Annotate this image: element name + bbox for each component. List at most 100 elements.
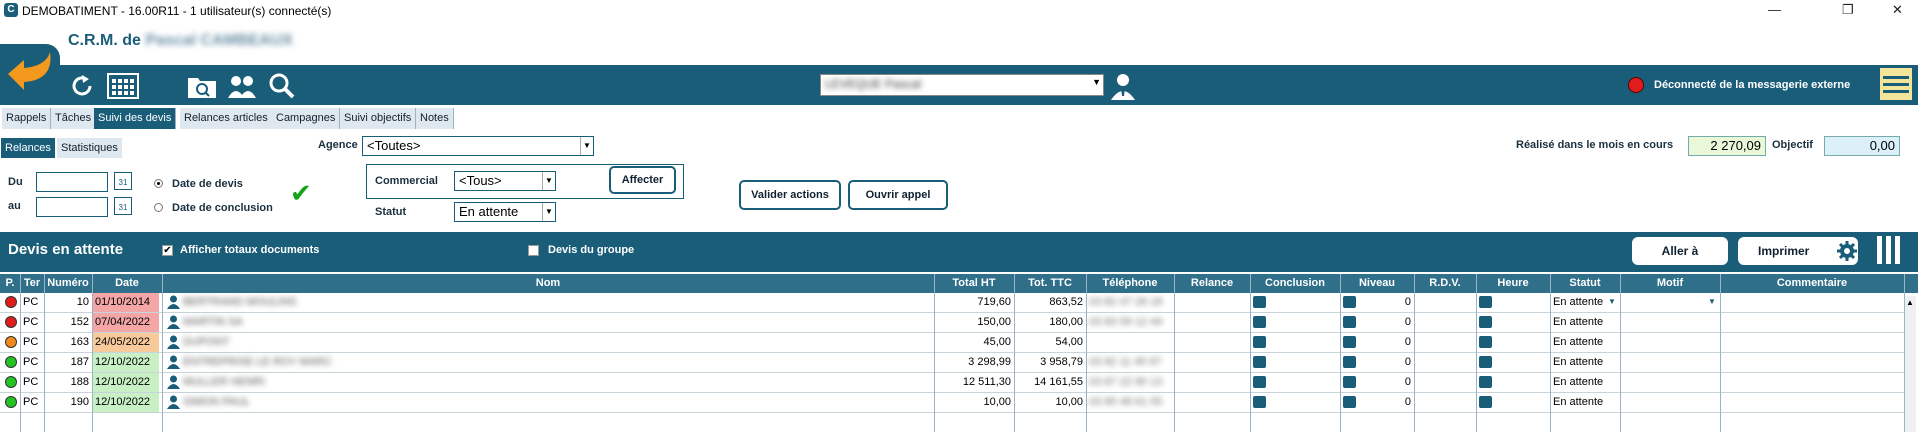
contact-icon[interactable] <box>167 315 180 329</box>
cell-ht: 150,00 <box>977 316 1011 328</box>
col-header-date[interactable]: Date <box>92 274 162 293</box>
conclusion-calendar-icon[interactable] <box>1253 296 1266 308</box>
col-header-relance[interactable]: Relance <box>1174 274 1250 293</box>
close-icon[interactable]: ✕ <box>1892 2 1903 18</box>
radio-date-conclusion[interactable] <box>154 203 163 212</box>
devis-groupe-checkbox[interactable] <box>528 245 539 256</box>
contact-icon[interactable] <box>167 335 180 349</box>
table-row[interactable]: PC 152 07/04/2022 MARTIN SA 150,00 180,00 03 8… <box>0 313 1910 333</box>
heure-calendar-icon[interactable] <box>1479 296 1492 308</box>
column-divider <box>1720 274 1721 432</box>
conclusion-calendar-icon[interactable] <box>1253 356 1266 368</box>
tab-taches[interactable]: Tâches <box>51 108 97 129</box>
commercial-value: <Tous> <box>459 173 502 188</box>
valider-actions-button[interactable]: Valider actions <box>739 180 841 210</box>
col-header-heure[interactable]: Heure <box>1476 274 1550 293</box>
col-header-ter[interactable]: Ter <box>20 274 44 293</box>
col-header-motif[interactable]: Motif <box>1620 274 1720 293</box>
heure-calendar-icon[interactable] <box>1479 376 1492 388</box>
back-button[interactable] <box>0 44 60 102</box>
col-header-tot-ttc[interactable]: Tot. TTC <box>1014 274 1086 293</box>
table-row[interactable]: PC 163 24/05/2022 DUPONT 45,00 54,00 0 En atten… <box>0 333 1910 353</box>
heure-calendar-icon[interactable] <box>1479 396 1492 408</box>
scroll-up-icon[interactable]: ▲ <box>1906 298 1914 307</box>
col-header-niveau[interactable]: Niveau <box>1340 274 1414 293</box>
conclusion-calendar-icon[interactable] <box>1253 376 1266 388</box>
folder-search-icon[interactable] <box>186 72 218 100</box>
back-arrow-icon <box>8 52 51 90</box>
table-row[interactable]: PC 188 12/10/2022 MULLER HENRI 12 511,30 14 1… <box>0 373 1910 393</box>
col-header-conclusion[interactable]: Conclusion <box>1250 274 1340 293</box>
subtab-statistiques[interactable]: Statistiques <box>57 138 122 158</box>
commercial-select[interactable]: <Tous> ▼ <box>454 171 556 191</box>
radio-date-devis-label: Date de devis <box>172 178 243 190</box>
tab-campagnes[interactable]: Campagnes <box>272 108 341 129</box>
cell-tel: 03 82 47 26 18 <box>1089 296 1163 308</box>
tab-suivi-objectifs[interactable]: Suivi objectifs <box>340 108 417 129</box>
col-header-commentaire[interactable]: Commentaire <box>1720 274 1904 293</box>
heure-calendar-icon[interactable] <box>1479 336 1492 348</box>
col-header-statut[interactable]: Statut <box>1550 274 1620 293</box>
afficher-totaux-checkbox[interactable]: ✔ <box>162 245 173 256</box>
col-header-rdv[interactable]: R.D.V. <box>1414 274 1476 293</box>
user-select[interactable]: LEVEQUE Pascal ▼ <box>820 74 1104 96</box>
aller-a-button[interactable]: Aller à <box>1632 237 1728 265</box>
au-date-input[interactable] <box>36 197 108 217</box>
checkmark-icon[interactable]: ✔ <box>290 178 312 209</box>
motif-dropdown-icon[interactable]: ▼ <box>1708 297 1716 306</box>
search-icon[interactable] <box>268 72 296 100</box>
cell-niveau: 0 <box>1404 376 1411 388</box>
cell-nom: MARTIN SA <box>183 316 243 328</box>
calendar-icon[interactable]: 31 <box>114 197 132 215</box>
contact-icon[interactable] <box>167 375 180 389</box>
contact-icon[interactable] <box>167 395 180 409</box>
col-header-nom[interactable]: Nom <box>162 274 934 293</box>
affecter-button[interactable]: Affecter <box>609 166 676 194</box>
heure-calendar-icon[interactable] <box>1479 316 1492 328</box>
contacts-icon[interactable] <box>226 72 258 100</box>
minimize-icon[interactable]: — <box>1768 2 1781 17</box>
cell-ht: 10,00 <box>983 396 1011 408</box>
ouvrir-appel-button[interactable]: Ouvrir appel <box>848 180 948 210</box>
cell-ttc: 863,52 <box>1049 296 1083 308</box>
user-icon[interactable] <box>1108 72 1138 100</box>
tab-relances-articles[interactable]: Relances articles <box>180 108 273 129</box>
conclusion-calendar-icon[interactable] <box>1253 336 1266 348</box>
contact-icon[interactable] <box>167 295 180 309</box>
agence-select[interactable]: <Toutes> ▼ <box>362 136 594 156</box>
chevron-down-icon: ▼ <box>542 172 555 190</box>
cell-nom: MULLER HENRI <box>183 376 265 388</box>
radio-date-devis[interactable] <box>154 179 163 188</box>
table-row[interactable]: PC 187 12/10/2022 ENTREPRISE LE ROY MARC 3 2… <box>0 353 1910 373</box>
maximize-icon[interactable]: ❐ <box>1842 2 1854 18</box>
table-row[interactable]: PC 190 12/10/2022 SIMON PAUL 10,00 10,00 03 85… <box>0 393 1910 413</box>
statut-select[interactable]: En attente ▼ <box>454 202 556 222</box>
tab-notes[interactable]: Notes <box>416 108 454 129</box>
conclusion-calendar-icon[interactable] <box>1253 316 1266 328</box>
column-divider <box>1620 274 1621 432</box>
col-header-telephone[interactable]: Téléphone <box>1086 274 1174 293</box>
cell-tel: 03 83 59 12 44 <box>1089 316 1163 328</box>
tab-rappels[interactable]: Rappels <box>2 108 52 129</box>
col-header-numero[interactable]: Numéro <box>44 274 92 293</box>
columns-icon[interactable] <box>1876 236 1904 264</box>
menu-icon[interactable] <box>1880 68 1912 100</box>
table-row[interactable]: PC 10 01/10/2014 BERTRAND MOULINS 719,60 863,… <box>0 293 1910 313</box>
gear-icon[interactable] <box>1836 240 1858 262</box>
messaging-status-dot <box>1628 77 1644 93</box>
calculator-icon[interactable] <box>106 72 140 100</box>
cell-ttc: 10,00 <box>1055 396 1083 408</box>
vertical-scrollbar[interactable]: ▲ <box>1904 296 1916 432</box>
calendar-icon[interactable]: 31 <box>114 172 132 190</box>
du-date-input[interactable] <box>36 172 108 192</box>
subtab-relances[interactable]: Relances <box>1 138 55 158</box>
contact-icon[interactable] <box>167 355 180 369</box>
refresh-icon[interactable] <box>68 72 96 100</box>
cell-ter: PC <box>23 336 39 348</box>
tab-suivi-des-devis[interactable]: Suivi des devis <box>94 108 177 129</box>
statut-dropdown-icon[interactable]: ▼ <box>1608 297 1616 306</box>
col-header-p[interactable]: P. <box>0 274 20 293</box>
heure-calendar-icon[interactable] <box>1479 356 1492 368</box>
col-header-total-ht[interactable]: Total HT <box>934 274 1014 293</box>
conclusion-calendar-icon[interactable] <box>1253 396 1266 408</box>
